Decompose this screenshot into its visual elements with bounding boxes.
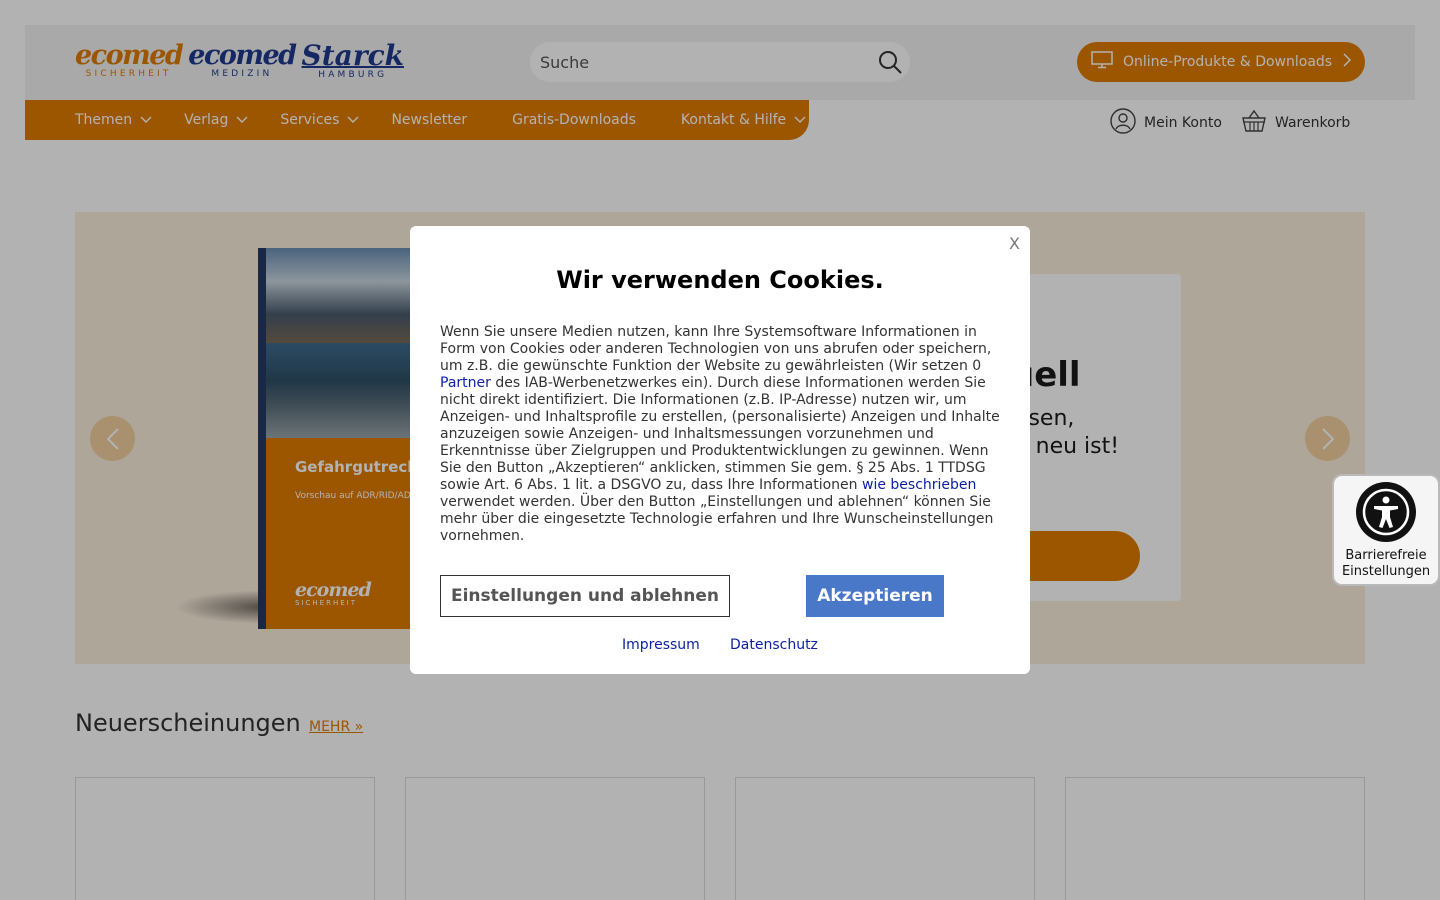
cookie-text-part: verwendet werden. Über den Button „Einst… xyxy=(440,494,994,544)
close-icon[interactable]: X xyxy=(1009,234,1020,253)
impressum-link[interactable]: Impressum xyxy=(622,637,700,653)
settings-and-reject-button[interactable]: Einstellungen und ablehnen xyxy=(440,575,730,617)
as-described-link[interactable]: wie beschrieben xyxy=(862,477,976,493)
partner-link[interactable]: Partner xyxy=(440,375,491,391)
datenschutz-link[interactable]: Datenschutz xyxy=(730,637,818,653)
accessibility-widget[interactable]: Barrierefreie Einstellungen xyxy=(1332,474,1440,586)
cookie-dialog-title: Wir verwenden Cookies. xyxy=(556,266,884,294)
cookie-text-part: des IAB-Werbenetzwerkes ein). Durch dies… xyxy=(440,375,1000,493)
cookie-consent-dialog: X Wir verwenden Cookies. Wenn Sie unsere… xyxy=(410,226,1030,674)
cookie-dialog-text: Wenn Sie unsere Medien nutzen, kann Ihre… xyxy=(440,324,1005,545)
accept-button[interactable]: Akzeptieren xyxy=(806,575,944,617)
cookie-text-part: Wenn Sie unsere Medien nutzen, kann Ihre… xyxy=(440,324,992,374)
accessibility-label: Barrierefreie Einstellungen xyxy=(1341,548,1431,579)
accessibility-icon xyxy=(1356,482,1416,542)
